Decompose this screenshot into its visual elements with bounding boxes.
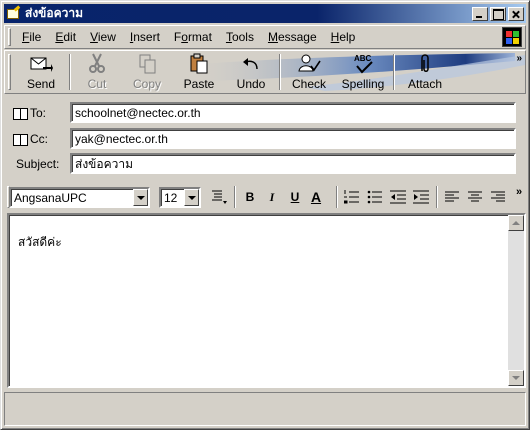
paste-button[interactable]: Paste bbox=[173, 51, 225, 93]
menu-bar-grip[interactable] bbox=[8, 28, 11, 46]
copy-button[interactable]: Copy bbox=[121, 51, 173, 93]
check-names-icon bbox=[297, 53, 321, 75]
close-button[interactable] bbox=[508, 6, 524, 21]
spelling-icon-text: ABC bbox=[354, 54, 372, 63]
check-label: Check bbox=[291, 77, 326, 91]
cut-label: Cut bbox=[87, 77, 107, 91]
font-color-button[interactable]: A bbox=[307, 188, 325, 206]
align-left-button[interactable] bbox=[443, 188, 461, 206]
align-left-icon bbox=[445, 191, 459, 202]
new-message-icon bbox=[7, 4, 21, 21]
title-bar[interactable]: ส่งข้อความ bbox=[4, 4, 526, 23]
menu-tools[interactable]: Tools bbox=[219, 30, 261, 44]
message-body[interactable]: สวัสดีค่ะ bbox=[7, 213, 526, 388]
toolbar-separator bbox=[279, 54, 281, 90]
undo-icon bbox=[239, 53, 263, 75]
decrease-indent-icon bbox=[390, 190, 406, 204]
paragraph-style-icon bbox=[212, 190, 227, 204]
copy-label: Copy bbox=[132, 77, 161, 91]
menu-format[interactable]: Format bbox=[167, 30, 219, 44]
font-name-select[interactable]: AngsanaUPC bbox=[9, 187, 150, 208]
decrease-indent-button[interactable] bbox=[389, 188, 407, 206]
format-more-chevron[interactable]: » bbox=[510, 183, 528, 201]
align-center-icon bbox=[468, 191, 482, 202]
send-button[interactable]: Send bbox=[15, 51, 67, 93]
subject-field[interactable]: ส่งข้อความ bbox=[70, 153, 516, 174]
subject-row: Subject: bbox=[16, 153, 59, 175]
format-separator bbox=[234, 186, 236, 208]
cc-label[interactable]: Cc: bbox=[30, 132, 48, 146]
scissors-icon bbox=[85, 53, 109, 75]
to-label[interactable]: To: bbox=[30, 106, 46, 120]
main-toolbar: Send Cut Copy Paste Undo Check ABC Spell… bbox=[4, 50, 526, 94]
menu-view[interactable]: View bbox=[83, 30, 123, 44]
cc-row: Cc: bbox=[13, 128, 67, 150]
numbered-list-button[interactable] bbox=[343, 188, 361, 206]
format-separator bbox=[436, 186, 438, 208]
chevron-down-icon[interactable] bbox=[133, 189, 148, 206]
toolbar-more-chevron[interactable]: » bbox=[516, 53, 522, 64]
attach-label: Attach bbox=[407, 77, 443, 91]
copy-icon bbox=[135, 53, 159, 75]
increase-indent-button[interactable] bbox=[412, 188, 430, 206]
font-size-value: 12 bbox=[164, 191, 178, 205]
increase-indent-icon bbox=[413, 190, 429, 204]
toolbar-grip[interactable] bbox=[8, 54, 11, 90]
bold-button[interactable]: B bbox=[241, 188, 259, 206]
toolbar-separator bbox=[69, 54, 71, 90]
numbered-list-icon bbox=[344, 190, 359, 204]
menu-bar: File Edit View Insert Format Tools Messa… bbox=[4, 25, 526, 49]
menu-file[interactable]: File bbox=[15, 30, 48, 44]
attach-button[interactable]: Attach bbox=[397, 51, 453, 93]
font-name-value: AngsanaUPC bbox=[14, 191, 87, 205]
toolbar-separator bbox=[393, 54, 395, 90]
chevron-down-icon[interactable] bbox=[184, 189, 199, 206]
align-center-button[interactable] bbox=[466, 188, 484, 206]
paperclip-icon bbox=[413, 53, 437, 75]
windows-logo-icon bbox=[502, 27, 522, 47]
font-size-select[interactable]: 12 bbox=[159, 187, 201, 208]
subject-label: Subject: bbox=[16, 157, 60, 171]
scroll-up-arrow-icon[interactable] bbox=[508, 215, 524, 231]
bullet-list-button[interactable] bbox=[366, 188, 384, 206]
cc-field[interactable]: yak@nectec.or.th bbox=[70, 128, 516, 149]
undo-label: Undo bbox=[236, 77, 266, 91]
menu-edit[interactable]: Edit bbox=[48, 30, 83, 44]
cut-button[interactable]: Cut bbox=[73, 51, 121, 93]
menu-message[interactable]: Message bbox=[261, 30, 324, 44]
maximize-button[interactable] bbox=[490, 6, 506, 21]
to-field[interactable]: schoolnet@nectec.or.th bbox=[70, 102, 516, 123]
align-right-icon bbox=[491, 191, 505, 202]
compose-window: ส่งข้อความ File Edit View Insert Format … bbox=[0, 0, 530, 430]
to-row: To: bbox=[13, 102, 67, 124]
italic-button[interactable]: I bbox=[263, 188, 281, 206]
spelling-icon: ABC bbox=[351, 53, 375, 75]
underline-button[interactable]: U bbox=[286, 188, 304, 206]
menu-insert[interactable]: Insert bbox=[123, 30, 167, 44]
address-book-icon[interactable] bbox=[13, 107, 28, 120]
vertical-scrollbar[interactable] bbox=[508, 215, 524, 386]
paste-icon bbox=[187, 53, 211, 75]
scroll-down-arrow-icon[interactable] bbox=[508, 370, 524, 386]
spelling-label: Spelling bbox=[341, 77, 385, 91]
status-bar bbox=[4, 392, 526, 426]
address-book-icon[interactable] bbox=[13, 133, 28, 146]
paste-label: Paste bbox=[183, 77, 215, 91]
undo-button[interactable]: Undo bbox=[225, 51, 277, 93]
check-names-button[interactable]: Check bbox=[283, 51, 335, 93]
message-body-text[interactable]: สวัสดีค่ะ bbox=[18, 233, 62, 252]
format-separator bbox=[336, 186, 338, 208]
minimize-button[interactable] bbox=[472, 6, 488, 21]
send-label: Send bbox=[26, 77, 56, 91]
window-title: ส่งข้อความ bbox=[25, 6, 84, 20]
spelling-button[interactable]: ABC Spelling bbox=[335, 51, 391, 93]
menu-help[interactable]: Help bbox=[324, 30, 363, 44]
bullet-list-icon bbox=[367, 190, 382, 204]
paragraph-style-button[interactable] bbox=[210, 188, 228, 206]
send-icon bbox=[29, 53, 53, 75]
align-right-button[interactable] bbox=[489, 188, 507, 206]
format-toolbar: AngsanaUPC 12 B I U A » bbox=[4, 182, 526, 212]
